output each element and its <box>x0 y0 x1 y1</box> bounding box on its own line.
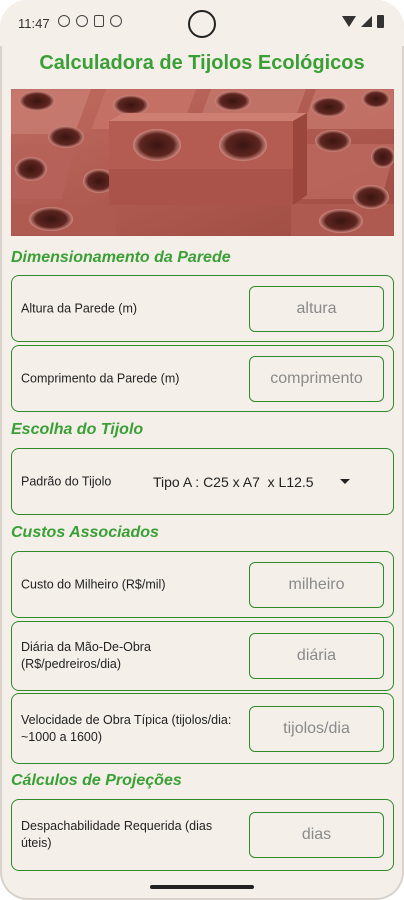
labor-daily-label: Diária da Mão-De-Obra (R$/pedreiros/dia) <box>21 640 151 671</box>
wall-length-label: Comprimento da Parede (m) <box>21 371 180 385</box>
work-speed-field[interactable] <box>249 705 384 752</box>
sim-icon <box>94 15 104 27</box>
wifi-icon <box>342 16 356 27</box>
work-speed-label: Velocidade de Obra Típica (tijolos/dia: … <box>21 712 232 744</box>
eco-brick-image <box>11 89 394 236</box>
home-gesture-bar[interactable] <box>150 885 254 889</box>
system-icons <box>342 15 384 28</box>
cost-thousand-card: Custo do Milheiro (R$/mil) <box>11 551 394 618</box>
wall-height-card: Altura da Parede (m) <box>11 275 394 342</box>
wall-height-field[interactable] <box>249 285 384 332</box>
shield-icon <box>76 15 88 27</box>
signal-icon <box>361 16 372 27</box>
app-screen: 11:47 Calculadora de Tijolos Ecológicos <box>0 0 404 900</box>
labor-daily-field[interactable] <box>249 633 384 679</box>
dispatch-input[interactable] <box>250 825 383 845</box>
battery-icon <box>377 15 384 28</box>
section-brick-choice: Escolha do Tijolo <box>11 421 144 438</box>
status-time: 11:47 <box>18 16 50 31</box>
wall-length-card: Comprimento da Parede (m) <box>11 345 394 412</box>
app-notification-icon <box>110 15 122 27</box>
cost-thousand-field[interactable] <box>249 561 384 608</box>
dispatch-field[interactable] <box>249 812 384 858</box>
chevron-down-icon[interactable] <box>339 479 350 484</box>
cost-thousand-input[interactable] <box>250 574 383 595</box>
section-costs: Custos Associados <box>11 524 159 541</box>
dispatch-card: Despachabilidade Requerida (dias úteis) <box>11 799 394 871</box>
brick-pattern-dropdown[interactable]: Tipo A : C25 x A7 x L12.5 <box>153 474 350 490</box>
status-bar: 11:47 <box>0 0 404 46</box>
dispatch-label: Despachabilidade Requerida (dias úteis) <box>21 819 213 850</box>
work-speed-card: Velocidade de Obra Típica (tijolos/dia: … <box>11 693 394 764</box>
wall-length-input[interactable] <box>250 368 383 389</box>
wall-height-input[interactable] <box>250 298 383 319</box>
labor-daily-input[interactable] <box>250 646 383 666</box>
cost-thousand-label: Custo do Milheiro (R$/mil) <box>21 577 166 591</box>
wall-length-field[interactable] <box>249 355 384 402</box>
labor-daily-card: Diária da Mão-De-Obra (R$/pedreiros/dia) <box>11 621 394 691</box>
info-icon <box>58 15 70 27</box>
notification-icons <box>58 15 122 27</box>
front-camera <box>188 10 216 38</box>
brick-pattern-card: Padrão do Tijolo Tipo A : C25 x A7 x L12… <box>11 448 394 515</box>
work-speed-input[interactable] <box>250 718 383 739</box>
app-title: Calculadora de Tijolos Ecológicos <box>39 52 365 74</box>
wall-height-label: Altura da Parede (m) <box>21 301 138 315</box>
section-wall-dimensions: Dimensionamento da Parede <box>11 249 231 266</box>
brick-pattern-selected: Tipo A : C25 x A7 x L12.5 <box>153 473 314 490</box>
section-projections: Cálculos de Projeções <box>11 772 182 789</box>
